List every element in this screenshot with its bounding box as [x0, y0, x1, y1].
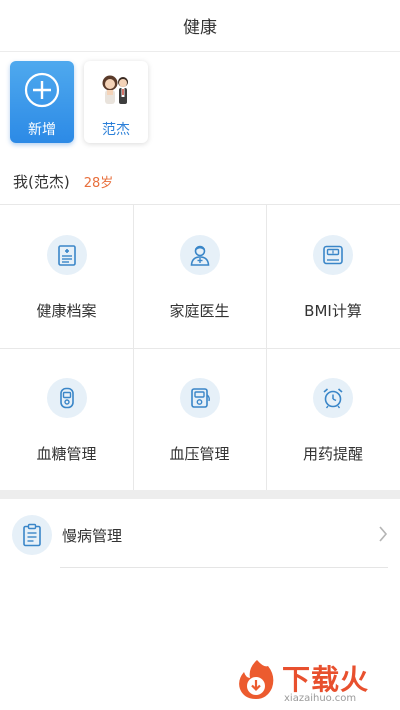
blood-pressure-icon-wrap [179, 378, 220, 418]
glucose-meter-icon [59, 387, 74, 409]
health-record-button[interactable]: 健康档案 [0, 205, 133, 348]
chronic-disease-row[interactable]: 慢病管理 [0, 509, 400, 561]
health-record-label: 健康档案 [36, 302, 97, 320]
watermark-title: 下载火 [282, 663, 370, 696]
doctor-icon-wrap [179, 235, 220, 275]
member-name-label: 范杰 [102, 122, 130, 138]
chevron-right-icon [379, 526, 388, 542]
page-title: 健康 [0, 0, 400, 52]
doctor-icon [190, 245, 209, 266]
current-user-age: 28岁 [83, 175, 114, 191]
scale-icon-wrap [313, 235, 353, 275]
medication-reminder-label: 用药提醒 [302, 445, 363, 463]
row-divider [60, 567, 388, 568]
blood-glucose-button[interactable]: 血糖管理 [0, 348, 133, 491]
member-card-fanjie[interactable]: 范杰 [84, 61, 148, 143]
add-member-label: 新增 [28, 122, 56, 138]
health-record-icon-wrap [46, 235, 87, 275]
add-member-button[interactable]: 新增 [10, 61, 74, 143]
watermark-subtitle: xiazaihuo.com [284, 693, 357, 704]
scale-icon [323, 245, 343, 265]
bmi-calc-label: BMI计算 [304, 302, 362, 320]
watermark: 下载火 xiazaihuo.com [234, 656, 394, 706]
blood-pressure-icon [190, 388, 210, 408]
family-doctor-button[interactable]: 家庭医生 [133, 205, 266, 348]
blood-pressure-label: 血压管理 [169, 445, 230, 463]
flame-logo-icon [239, 660, 274, 699]
bmi-calc-button[interactable]: BMI计算 [266, 205, 400, 348]
clipboard-icon [23, 523, 41, 547]
current-user-name: 我(范杰) [13, 172, 70, 191]
alarm-clock-icon-wrap [313, 378, 353, 418]
family-avatar-icon [102, 75, 128, 104]
section-separator [0, 490, 400, 499]
health-record-icon [57, 245, 76, 266]
feature-grid: 健康档案 家庭医生 BMI计算 血糖管理 血压管理 用药提醒 [0, 204, 400, 491]
medication-reminder-button[interactable]: 用药提醒 [266, 348, 400, 491]
clipboard-icon-wrap [12, 515, 52, 555]
current-user-row: 我(范杰) 28岁 [13, 170, 113, 192]
alarm-clock-icon [323, 388, 343, 409]
blood-pressure-button[interactable]: 血压管理 [133, 348, 266, 491]
plus-circle-icon [24, 72, 60, 108]
chronic-disease-label: 慢病管理 [62, 526, 123, 545]
glucose-meter-icon-wrap [46, 378, 87, 418]
family-doctor-label: 家庭医生 [169, 302, 230, 320]
blood-glucose-label: 血糖管理 [36, 445, 97, 463]
